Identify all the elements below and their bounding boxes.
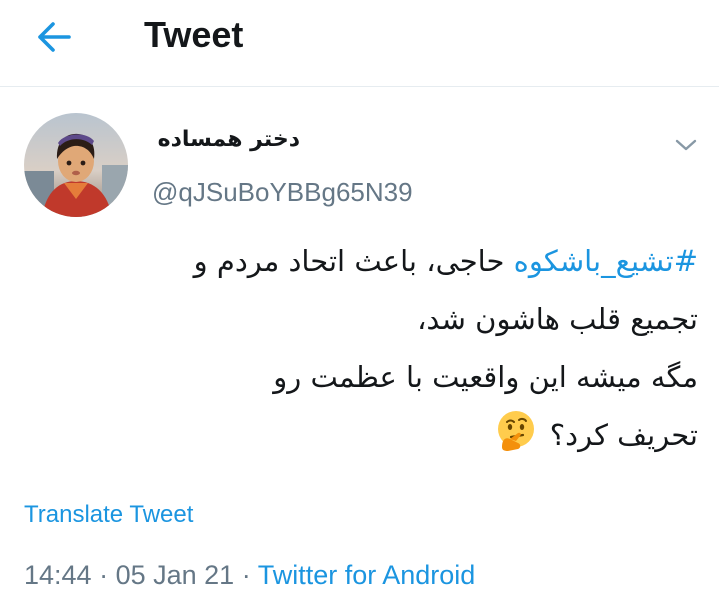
- top-bar: Tweet: [0, 0, 719, 87]
- tweet-text-line: مگه میشه این واقعیت با عظمت رو: [273, 360, 698, 394]
- avatar-image: [24, 113, 128, 217]
- meta-separator: ·: [91, 560, 116, 590]
- tweet-text-line: تحریف کرد؟: [30, 406, 698, 464]
- page-title: Tweet: [144, 14, 244, 55]
- tweet-date: 05 Jan 21: [115, 560, 235, 590]
- hashtag-link[interactable]: #تشیع_باشکوه: [514, 244, 698, 278]
- author-handle[interactable]: @qJSuBoYBBg65N39: [152, 176, 413, 208]
- arrow-left-icon: [38, 22, 71, 52]
- meta-separator: ·: [234, 560, 258, 590]
- tweet-text-line: تجمیع قلب هاشون شد،: [417, 302, 698, 336]
- tweet-text-segment: حاجی، باعث اتحاد مردم و: [193, 244, 514, 278]
- chevron-down-icon: [675, 139, 697, 151]
- back-button[interactable]: [30, 17, 76, 57]
- tweet-source-link[interactable]: Twitter for Android: [258, 560, 476, 590]
- tweet-time: 14:44: [24, 560, 92, 590]
- tweet-detail: دختر همساده @qJSuBoYBBg65N39 #تشیع_باشکو…: [0, 87, 719, 615]
- tweet-text: #تشیع_باشکوه حاجی، باعث اتحاد مردم و تجم…: [30, 232, 698, 464]
- thinking-face-emoji: [497, 411, 534, 451]
- tweet-text-line: #تشیع_باشکوه حاجی، باعث اتحاد مردم و: [30, 232, 698, 290]
- tweet-text-segment: تحریف کرد؟: [549, 418, 698, 452]
- tweet-menu-button[interactable]: [670, 133, 702, 157]
- author-display-name[interactable]: دختر همساده: [154, 125, 300, 155]
- translate-tweet-link[interactable]: Translate Tweet: [24, 500, 193, 530]
- avatar[interactable]: [24, 113, 128, 217]
- tweet-metadata: 14:44 · 05 Jan 21 · Twitter for Android: [24, 558, 475, 592]
